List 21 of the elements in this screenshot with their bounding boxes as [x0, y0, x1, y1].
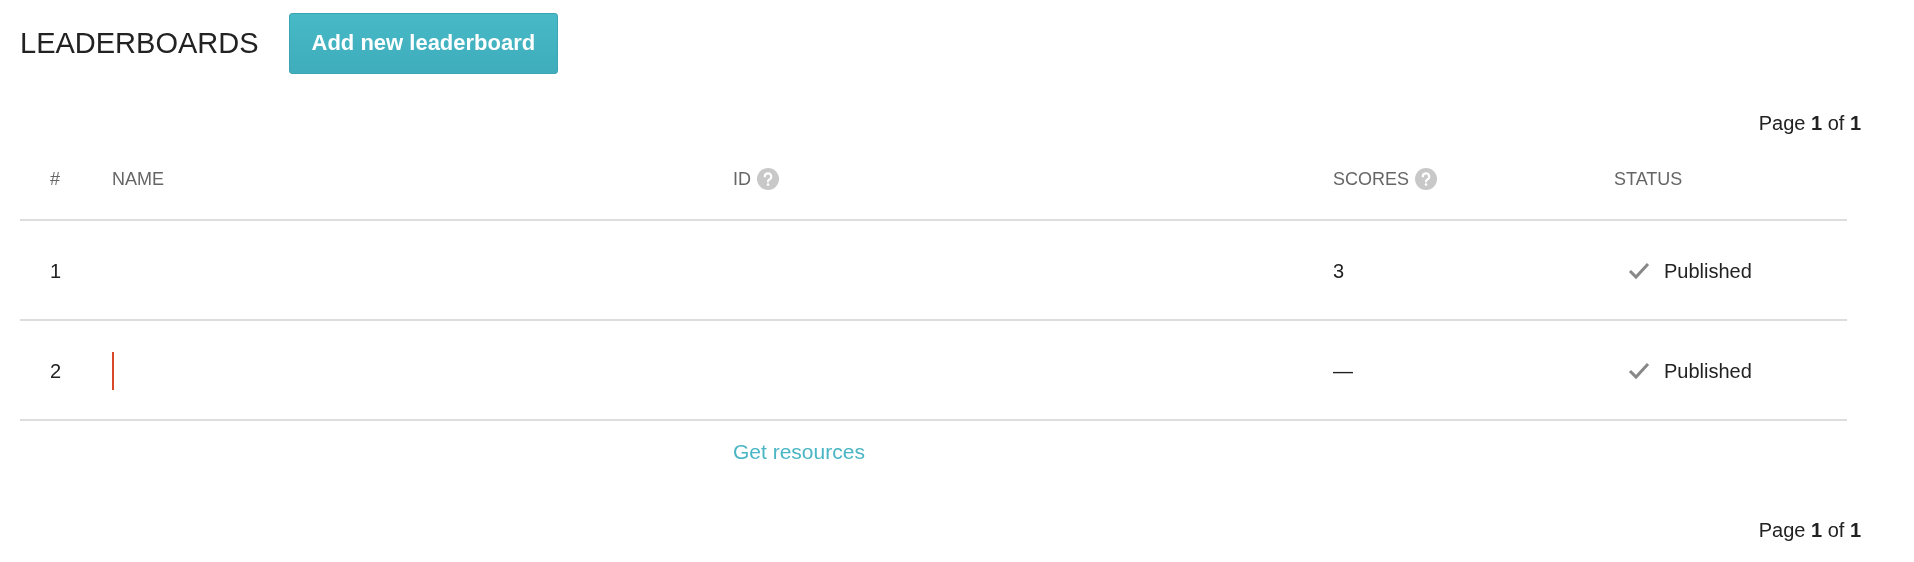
status-text: Published [1664, 359, 1752, 383]
page-indicator: Page 1 of 1 [1757, 112, 1861, 135]
row-number: 1 [50, 259, 62, 283]
scores-cell: — [1333, 359, 1353, 383]
row-number: 2 [50, 359, 62, 383]
get-resources-link[interactable]: Get resources [733, 440, 865, 464]
column-header: ID [733, 168, 751, 190]
check-icon [1628, 362, 1650, 380]
check-icon [1628, 262, 1650, 280]
page-indicator: Page 1 of 1 [1757, 519, 1861, 542]
add-leaderboard-button[interactable]: Add new leaderboard [288, 12, 559, 74]
page-title: LEADERBOARDS [20, 26, 259, 60]
help-icon[interactable] [1415, 168, 1438, 190]
scores-cell: 3 [1333, 259, 1345, 283]
help-icon[interactable] [757, 168, 779, 190]
column-header: STATUS [1614, 168, 1683, 190]
text-cursor [112, 352, 114, 390]
status-text: Published [1664, 259, 1752, 283]
column-header: # [50, 168, 60, 190]
column-header: NAME [112, 168, 164, 190]
column-header: SCORES [1333, 168, 1410, 190]
